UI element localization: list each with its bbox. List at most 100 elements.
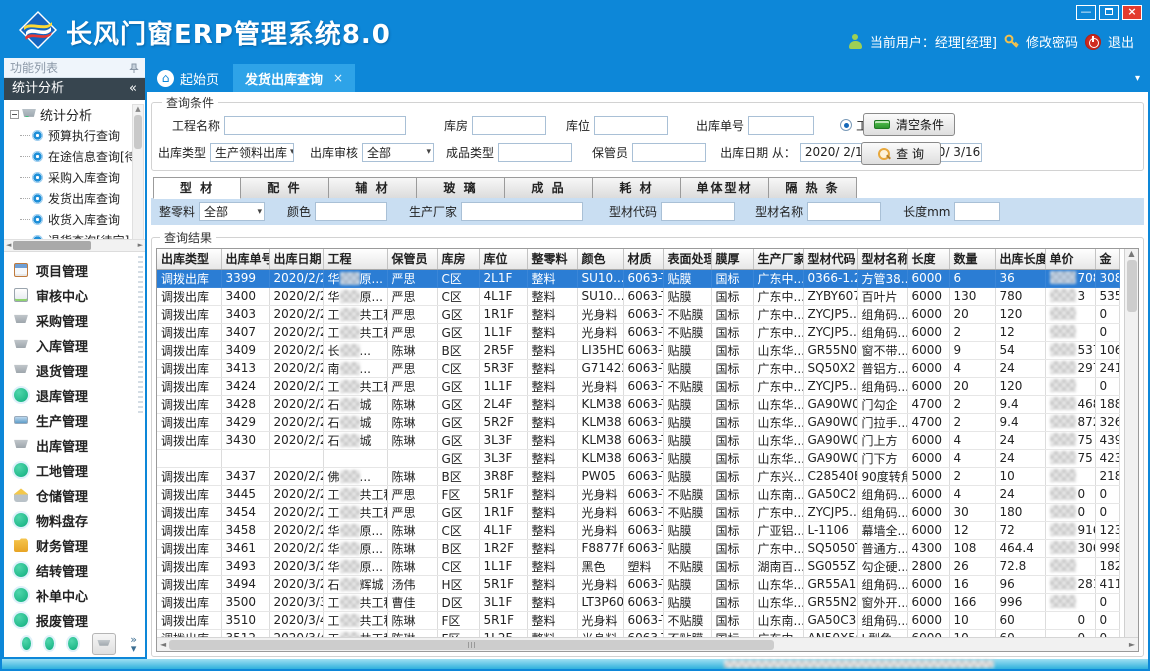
column-header[interactable]: 出库长度: [995, 249, 1045, 269]
column-header[interactable]: 金: [1095, 249, 1119, 269]
keeper-input[interactable]: [632, 143, 706, 162]
table-row[interactable]: 调拨出库 3407 2020/2/25 工共工程 严思 G区 1L1F 整料 光: [157, 323, 1119, 341]
material-tab[interactable]: 成 品: [505, 177, 593, 199]
material-tab[interactable]: 辅 材: [329, 177, 417, 199]
material-tab[interactable]: 玻 璃: [417, 177, 505, 199]
tree-vertical-scrollbar[interactable]: ▲: [132, 104, 144, 240]
location-input[interactable]: [594, 116, 668, 135]
grid-horizontal-scrollbar[interactable]: ◄ ►: [157, 637, 1138, 651]
profile-name-input[interactable]: [807, 202, 881, 221]
column-header[interactable]: 出库单号: [221, 249, 269, 269]
table-row[interactable]: 调拨出库 3409 2020/2/25 长... 陈琳 B区 2R5F 整料 L: [157, 341, 1119, 359]
sidebar-scrollbar[interactable]: [138, 256, 143, 416]
tree-expander-icon[interactable]: [10, 110, 19, 119]
close-button[interactable]: ×: [1122, 5, 1142, 20]
table-row[interactable]: 调拨出库 3428 2020/2/26 石城 陈琳 G区 2L4F 整料 KLM: [157, 395, 1119, 413]
sidebar-menu-item[interactable]: 采购管理: [14, 308, 145, 333]
column-header[interactable]: 材质: [623, 249, 663, 269]
sidebar-menu-item[interactable]: 入库管理: [14, 333, 145, 358]
sidebar-menu-item[interactable]: 物料盘存: [14, 508, 145, 533]
table-row[interactable]: 调拨出库 3424 2020/2/26 工共工程 严思 G区 1L1F 整料 光: [157, 377, 1119, 395]
grid-vertical-scrollbar[interactable]: ▲: [1124, 249, 1138, 637]
column-header[interactable]: 生产厂家: [753, 249, 803, 269]
column-header[interactable]: 膜厚: [711, 249, 753, 269]
table-row[interactable]: 调拨出库 3512 2020/3/4 工共工程 陈琳 F区 1L2F 整料 光身: [157, 629, 1119, 637]
column-header[interactable]: 出库类型: [157, 249, 221, 269]
table-row[interactable]: 调拨出库 3445 2020/2/27 工共工程 严思 F区 5R1F 整料 光: [157, 485, 1119, 503]
tree-item[interactable]: 在途信息查询[待: [10, 146, 131, 167]
column-header[interactable]: 数量: [949, 249, 995, 269]
tree-item[interactable]: 收货入库查询: [10, 209, 131, 230]
collapse-icon[interactable]: «: [129, 78, 137, 100]
column-header[interactable]: 型材名称: [857, 249, 907, 269]
material-tab[interactable]: 隔 热 条: [769, 177, 857, 199]
tree-horizontal-scrollbar[interactable]: ◄►: [4, 240, 145, 252]
table-row[interactable]: 调拨出库 3430 2020/2/26 石城 陈琳 G区 3L3F 整料 KLM: [157, 431, 1119, 449]
tree-item[interactable]: 发货出库查询: [10, 188, 131, 209]
material-tab[interactable]: 型 材: [153, 177, 241, 199]
sidebar-menu-item[interactable]: 项目管理: [14, 258, 145, 283]
table-row[interactable]: 调拨出库 3403 2020/2/25 工共工程 严思 G区 1R1F 整料 光: [157, 305, 1119, 323]
table-row[interactable]: 调拨出库 3413 2020/2/26 南... 严思 C区 5R3F 整料 G: [157, 359, 1119, 377]
column-header[interactable]: 整零料: [527, 249, 577, 269]
sidebar-menu-item[interactable]: 生产管理: [14, 408, 145, 433]
order-no-input[interactable]: [748, 116, 814, 135]
sidebar-menu-item[interactable]: 审核中心: [14, 283, 145, 308]
material-tab[interactable]: 耗 材: [593, 177, 681, 199]
warehouse-input[interactable]: [472, 116, 546, 135]
search-button[interactable]: 查 询: [861, 142, 941, 165]
table-row[interactable]: 调拨出库 3510 2020/3/4 工共工程 陈琳 F区 5R1F 整料 光身: [157, 611, 1119, 629]
sidebar-menu-item[interactable]: 补单中心: [14, 583, 145, 608]
sidebar-menu-item[interactable]: 工地管理: [14, 458, 145, 483]
outbound-type-select[interactable]: 生产领料出库▾: [210, 143, 294, 162]
sidebar-menu-item[interactable]: 结转管理: [14, 558, 145, 583]
table-row[interactable]: G区 3L3F 整料 KLM3817 6063-T5 贴膜 国标 山东华...: [157, 449, 1119, 467]
pin-icon[interactable]: [129, 63, 139, 73]
column-header[interactable]: 颜色: [577, 249, 623, 269]
clear-conditions-button[interactable]: 清空条件: [863, 113, 955, 136]
column-header[interactable]: 出库日期: [269, 249, 323, 269]
tab-close-icon[interactable]: ×: [333, 71, 343, 85]
project-name-input[interactable]: [224, 116, 406, 135]
whole-part-select[interactable]: 全部▾: [199, 202, 265, 221]
maximize-button[interactable]: [1099, 5, 1119, 20]
outbound-audit-select[interactable]: 全部▾: [362, 143, 434, 162]
product-type-input[interactable]: [498, 143, 572, 162]
material-tab[interactable]: 配 件: [241, 177, 329, 199]
footer-cart-button[interactable]: [92, 633, 117, 655]
profile-code-input[interactable]: [661, 202, 735, 221]
tab-outbound-query[interactable]: 发货出库查询 ×: [233, 64, 355, 92]
table-row[interactable]: 调拨出库 3461 2020/2/28 华原... 陈琳 B区 1R2F 整料: [157, 539, 1119, 557]
column-header[interactable]: 型材代码: [803, 249, 857, 269]
sidebar-menu-item[interactable]: 报废管理: [14, 608, 145, 633]
tab-home[interactable]: ⌂ 起始页: [147, 64, 233, 92]
table-row[interactable]: 调拨出库 3500 2020/3/3 工共工程 曹佳 D区 3L1F 整料 LT: [157, 593, 1119, 611]
column-header[interactable]: 表面处理: [663, 249, 711, 269]
sidebar-menu-item[interactable]: 退库管理: [14, 383, 145, 408]
change-password-link[interactable]: 修改密码: [1026, 32, 1078, 51]
table-row[interactable]: 调拨出库 3399 2020/2/25 华原... 严思 C区 2L1F 整料: [157, 269, 1119, 287]
column-header[interactable]: 单价: [1045, 249, 1095, 269]
logout-link[interactable]: 退出: [1108, 32, 1134, 51]
table-row[interactable]: 调拨出库 3429 2020/2/26 石城 陈琳 G区 5R2F 整料 KLM: [157, 413, 1119, 431]
table-row[interactable]: 调拨出库 3437 2020/2/27 佛... 陈琳 B区 3R8F 整料 P: [157, 467, 1119, 485]
footer-circle-icon[interactable]: [68, 637, 77, 650]
table-row[interactable]: 调拨出库 3458 2020/2/28 华原... 陈琳 C区 4L1F 整料: [157, 521, 1119, 539]
color-input[interactable]: [315, 202, 387, 221]
tree-item[interactable]: 采购入库查询: [10, 167, 131, 188]
sidebar-menu-item[interactable]: 财务管理: [14, 533, 145, 558]
table-row[interactable]: 调拨出库 3454 2020/2/28 工共工程 严思 G区 1R1F 整料 光: [157, 503, 1119, 521]
length-input[interactable]: [954, 202, 1000, 221]
overflow-chevron[interactable]: »▾: [130, 635, 137, 653]
table-row[interactable]: 调拨出库 3494 2020/3/2 石辉城 汤伟 H区 5R1F 整料 光身料: [157, 575, 1119, 593]
tree-root-statistics[interactable]: 统计分析: [10, 104, 131, 125]
tree-item[interactable]: 退货查询[待定]: [10, 230, 131, 240]
column-header[interactable]: 库位: [479, 249, 527, 269]
factory-input[interactable]: [461, 202, 583, 221]
footer-circle-icon[interactable]: [45, 637, 54, 650]
table-row[interactable]: 调拨出库 3400 2020/2/25 华原... 严思 C区 4L1F 整料: [157, 287, 1119, 305]
minimize-button[interactable]: —: [1076, 5, 1096, 20]
sidebar-menu-item[interactable]: 出库管理: [14, 433, 145, 458]
column-header[interactable]: 库房: [437, 249, 479, 269]
column-header[interactable]: 长度: [907, 249, 949, 269]
